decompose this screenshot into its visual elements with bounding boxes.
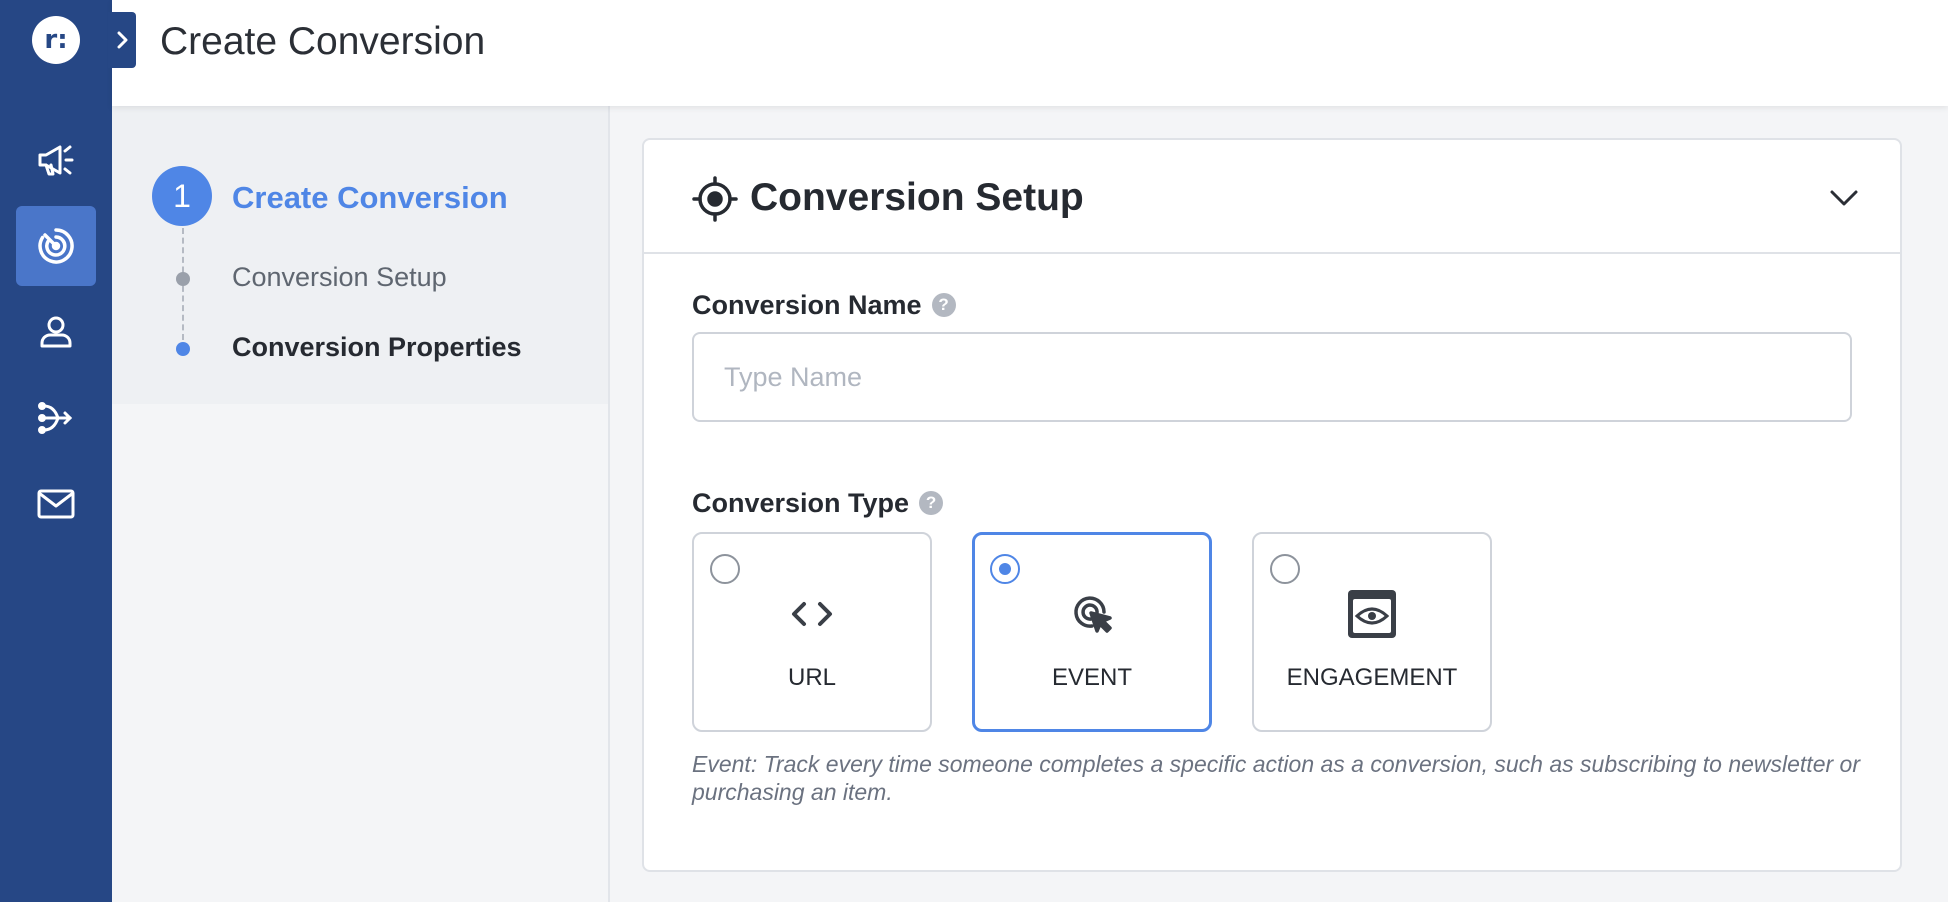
substep-dot-setup <box>176 272 190 286</box>
megaphone-icon <box>38 145 74 176</box>
type-option-engagement[interactable]: ENGAGEMENT <box>1252 532 1492 732</box>
panel-divider <box>608 106 610 902</box>
mail-icon <box>37 489 75 519</box>
type-option-url[interactable]: URL <box>692 532 932 732</box>
substep-conversion-properties[interactable]: Conversion Properties <box>232 332 522 363</box>
nav-users[interactable] <box>16 292 96 372</box>
nav-campaigns[interactable] <box>16 120 96 200</box>
target-icon <box>38 228 74 264</box>
step-title: Create Conversion <box>232 180 508 215</box>
click-target-icon <box>1074 596 1112 633</box>
top-bar: Create Conversion <box>112 0 1948 106</box>
conversion-name-input[interactable] <box>692 332 1852 422</box>
step-number: 1 <box>152 166 212 226</box>
help-icon[interactable]: ? <box>931 292 956 317</box>
conversion-type-description: Event: Track every time someone complete… <box>692 751 1860 805</box>
nav-flows[interactable] <box>16 378 96 458</box>
type-label-engagement: ENGAGEMENT <box>1286 664 1458 691</box>
logo-text: r: <box>44 25 68 55</box>
expand-nav-button[interactable] <box>108 12 136 68</box>
card-header[interactable]: Conversion Setup <box>644 140 1900 254</box>
conversion-setup-card: Conversion Setup Conversion Name? Conver… <box>642 138 1902 872</box>
page-title: Create Conversion <box>160 20 486 63</box>
nav-mail[interactable] <box>16 464 96 544</box>
type-label-url: URL <box>787 664 836 691</box>
chevron-right-icon <box>117 31 128 49</box>
conversion-type-label: Conversion Type? <box>692 488 944 519</box>
eye-window-icon <box>1348 590 1396 638</box>
code-icon <box>792 602 832 626</box>
crosshair-icon <box>692 176 738 222</box>
stepper: 1 Create Conversion Conversion Setup Con… <box>112 106 608 404</box>
substep-conversion-setup[interactable]: Conversion Setup <box>232 262 447 293</box>
conversion-type-label-text: Conversion Type <box>692 488 910 518</box>
substep-dot-properties <box>176 342 190 356</box>
nav-conversions[interactable] <box>16 206 96 286</box>
user-icon <box>40 316 72 348</box>
help-icon[interactable]: ? <box>919 490 944 515</box>
radio-event[interactable] <box>990 554 1020 584</box>
conversion-name-label: Conversion Name? <box>692 290 956 321</box>
flow-icon <box>38 402 73 434</box>
left-nav: r: <box>0 0 112 902</box>
conversion-name-label-text: Conversion Name <box>692 290 922 320</box>
card-title: Conversion Setup <box>750 176 1084 219</box>
chevron-down-icon[interactable] <box>1824 178 1864 218</box>
type-label-event: EVENT <box>1051 664 1132 691</box>
radio-engagement[interactable] <box>1270 554 1300 584</box>
type-option-event[interactable]: EVENT <box>972 532 1212 732</box>
logo[interactable]: r: <box>32 16 80 64</box>
radio-url[interactable] <box>710 554 740 584</box>
